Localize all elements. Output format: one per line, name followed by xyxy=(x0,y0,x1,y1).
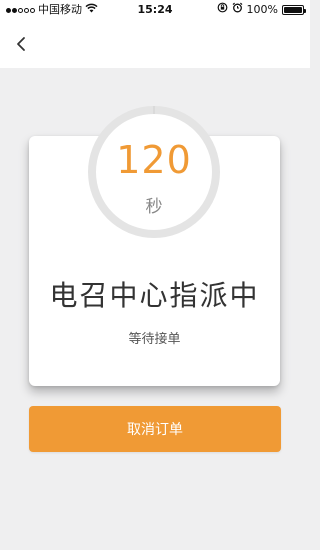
chevron-left-icon xyxy=(17,37,25,51)
back-button[interactable] xyxy=(10,32,34,56)
alarm-icon xyxy=(232,0,243,20)
dispatch-status-title: 电召中心指派中 xyxy=(49,279,260,312)
waiting-status-text: 等待接单 xyxy=(128,332,181,347)
status-right: 100% xyxy=(217,0,306,20)
battery-percent: 100% xyxy=(246,3,278,16)
countdown-number: 120 xyxy=(116,138,192,182)
battery-icon xyxy=(282,5,306,15)
countdown-unit: 秒 xyxy=(145,197,163,217)
cancel-order-button[interactable]: 取消订单 xyxy=(29,406,281,452)
status-bar: 中国移动 15:24 100% xyxy=(0,0,310,20)
navigation-bar xyxy=(0,20,310,68)
rotation-lock-icon xyxy=(217,0,228,20)
